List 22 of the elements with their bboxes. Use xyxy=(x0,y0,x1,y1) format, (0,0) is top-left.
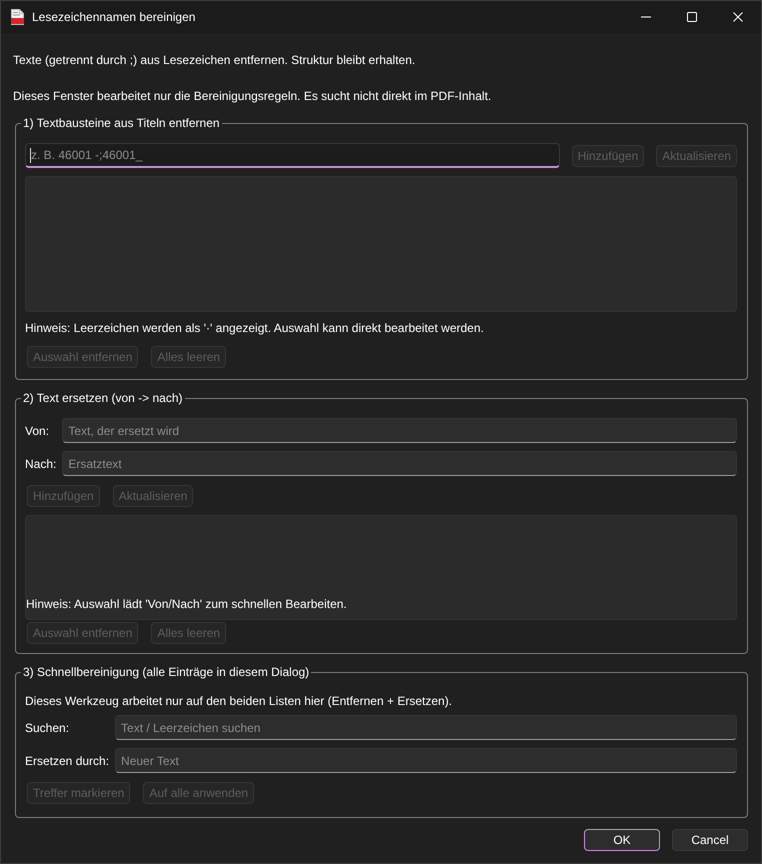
input-field[interactable]: Text / Leerzeichen suchen xyxy=(115,715,737,740)
field-label: Suchen: xyxy=(25,720,70,736)
field-label: Nach: xyxy=(25,456,56,472)
close-icon xyxy=(733,12,743,22)
text-cursor-icon xyxy=(30,148,31,163)
maximize-icon xyxy=(687,12,697,22)
input-field[interactable]: Text, der ersetzt wird xyxy=(62,418,737,443)
hint-text: Hinweis: Auswahl lädt 'Von/Nach' zum schnellen Bearbeiten. xyxy=(26,596,347,613)
document-icon xyxy=(11,9,24,25)
description-text: Dieses Fenster bearbeitet nur die Bereinigungsregeln. Es sucht nicht direkt im PDF-Inhalt. xyxy=(13,88,492,105)
hint-text: Hinweis: Leerzeichen werden als '·' angezeigt. Auswahl kann direkt bearbeitet werden. xyxy=(25,320,485,337)
list-box[interactable]: Hinweis: Auswahl lädt 'Von/Nach' zum schnellen Bearbeiten. xyxy=(25,515,737,620)
field-label: Ersetzen durch: xyxy=(25,752,110,770)
description-text: Texte (getrennt durch ;) aus Lesezeichen entfernen. Struktur bleibt erhalten. xyxy=(13,52,416,69)
hint-text: Dieses Werkzeug arbeitet nur auf den beiden Listen hier (Entfernen + Ersetzen). xyxy=(25,693,454,710)
input-field[interactable]: Ersatztext xyxy=(62,451,737,476)
input-field[interactable]: Neuer Text xyxy=(115,748,737,773)
window-title: Lesezeichennamen bereinigen xyxy=(32,9,196,26)
field-label: Von: xyxy=(25,422,50,440)
dialog-button[interactable]: OK xyxy=(584,829,660,851)
dialog-button[interactable]: Cancel xyxy=(672,829,748,851)
input-field[interactable]: z. B. 46001 -;46001_ xyxy=(25,143,560,168)
